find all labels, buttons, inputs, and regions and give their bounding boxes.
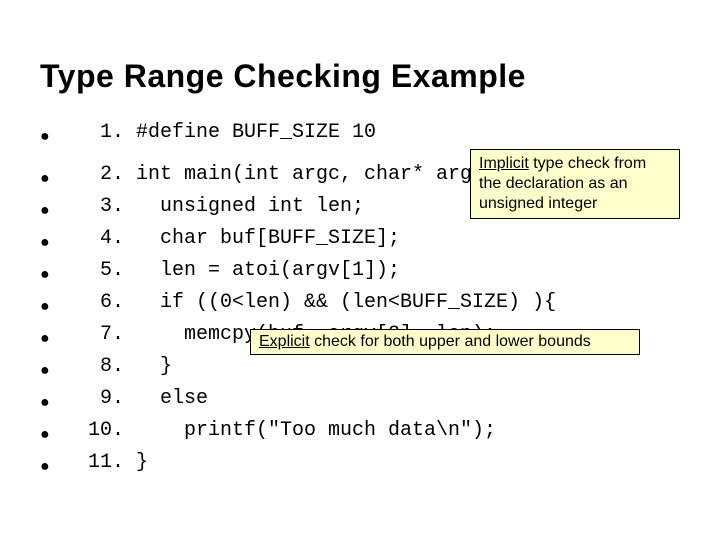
bullet-icon: ● (40, 161, 68, 193)
bullet-icon: ● (40, 119, 68, 151)
code-line: ● 4. char buf[BUFF_SIZE]; (40, 225, 680, 257)
code-text: } (136, 353, 680, 381)
code-text: len = atoi(argv[1]); (136, 257, 680, 285)
code-line: ● 9. else (40, 385, 680, 417)
bullet-icon: ● (40, 321, 68, 353)
bullet-icon: ● (40, 225, 68, 257)
line-number: 2. (68, 161, 136, 189)
bullet-icon: ● (40, 289, 68, 321)
line-number: 9. (68, 385, 136, 413)
line-number: 8. (68, 353, 136, 381)
line-number: 10. (68, 417, 136, 445)
code-line: ● 10. printf("Too much data\n"); (40, 417, 680, 449)
bullet-icon: ● (40, 417, 68, 449)
code-area: ● 1. #define BUFF_SIZE 10 ● 2. int main(… (40, 119, 680, 481)
callout-implicit: Implicit type check from the declaration… (470, 149, 680, 219)
line-number: 11. (68, 449, 136, 477)
code-line: ● 1. #define BUFF_SIZE 10 (40, 119, 680, 151)
line-number: 7. (68, 321, 136, 349)
slide-title: Type Range Checking Example (40, 58, 680, 95)
callout-explicit: Explicit check for both upper and lower … (250, 329, 640, 355)
slide: Type Range Checking Example ● 1. #define… (0, 0, 720, 540)
code-line: ● 6. if ((0<len) && (len<BUFF_SIZE) ){ (40, 289, 680, 321)
code-text: else (136, 385, 680, 413)
callout-underlined: Implicit (479, 155, 529, 172)
bullet-icon: ● (40, 385, 68, 417)
bullet-icon: ● (40, 257, 68, 289)
callout-rest: check for both upper and lower bounds (310, 333, 591, 350)
bullet-icon: ● (40, 449, 68, 481)
bullet-icon: ● (40, 193, 68, 225)
code-text: if ((0<len) && (len<BUFF_SIZE) ){ (136, 289, 680, 317)
line-number: 1. (68, 119, 136, 147)
line-number: 5. (68, 257, 136, 285)
code-text: } (136, 449, 680, 477)
code-text: #define BUFF_SIZE 10 (136, 119, 680, 147)
code-line: ● 11. } (40, 449, 680, 481)
code-text: printf("Too much data\n"); (136, 417, 680, 445)
code-line: ● 8. } (40, 353, 680, 385)
code-text: char buf[BUFF_SIZE]; (136, 225, 680, 253)
bullet-icon: ● (40, 353, 68, 385)
line-number: 6. (68, 289, 136, 317)
line-number: 3. (68, 193, 136, 221)
line-number: 4. (68, 225, 136, 253)
callout-underlined: Explicit (259, 333, 310, 350)
code-line: ● 5. len = atoi(argv[1]); (40, 257, 680, 289)
